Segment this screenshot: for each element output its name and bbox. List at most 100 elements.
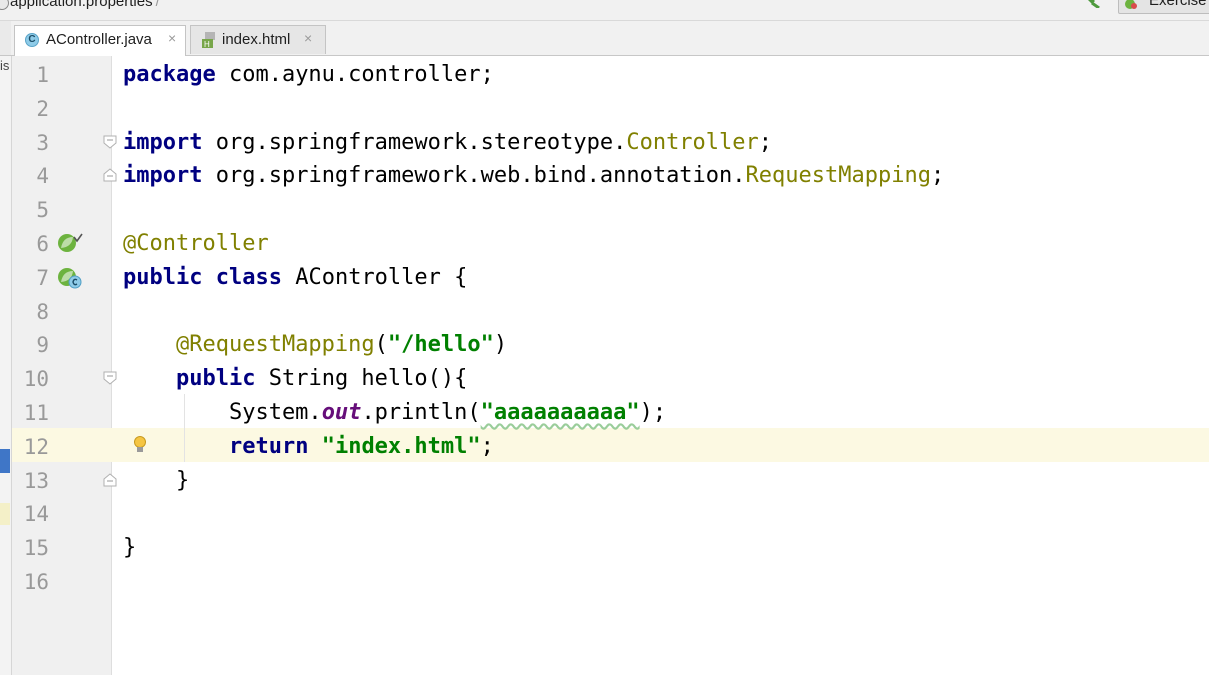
code-text[interactable]: } xyxy=(123,531,136,565)
code-token: String hello(){ xyxy=(255,366,468,392)
keyword-token: class xyxy=(215,264,282,290)
imported-class-token: RequestMapping xyxy=(745,163,931,189)
code-line[interactable]: 6 @Controller xyxy=(0,227,1209,261)
tab-label: index.html xyxy=(222,31,291,48)
line-number[interactable]: 16 xyxy=(12,565,49,599)
code-text[interactable]: } xyxy=(123,464,189,498)
line-number[interactable]: 10 xyxy=(12,362,49,396)
svg-text:H: H xyxy=(204,40,210,49)
code-text[interactable]: @RequestMapping("/hello") xyxy=(123,328,507,362)
run-configuration-selector[interactable]: Exercise xyxy=(1118,0,1209,14)
code-text[interactable]: package com.aynu.controller; xyxy=(123,58,494,92)
code-token: org.springframework.stereotype. xyxy=(202,129,627,155)
line-number[interactable]: 4 xyxy=(12,159,49,193)
build-hammer-icon[interactable] xyxy=(1082,0,1102,8)
code-line[interactable]: 3 import org.springframework.stereotype.C… xyxy=(0,126,1209,160)
code-token: AController { xyxy=(281,264,468,290)
code-text[interactable]: import org.springframework.stereotype.Co… xyxy=(123,126,772,160)
html-file-icon: H xyxy=(202,32,215,49)
code-line[interactable]: 9 @RequestMapping("/hello") xyxy=(0,328,1209,362)
code-line[interactable]: 1 package com.aynu.controller; xyxy=(0,58,1209,92)
code-text[interactable]: public String hello(){ xyxy=(123,362,467,396)
line-number[interactable]: 8 xyxy=(12,295,49,329)
tab-acontroller-java[interactable]: C AController.java × xyxy=(14,25,186,56)
code-token: System. xyxy=(123,400,322,425)
fold-close-icon[interactable] xyxy=(103,472,117,487)
line-number[interactable]: 2 xyxy=(12,92,49,126)
lightbulb-icon[interactable] xyxy=(133,435,147,454)
tab-close-icon[interactable]: × xyxy=(304,30,312,46)
line-number[interactable]: 14 xyxy=(12,497,49,531)
keyword-token: public xyxy=(123,264,203,290)
code-text[interactable]: @Controller xyxy=(123,227,269,261)
line-number[interactable]: 5 xyxy=(12,193,49,227)
code-line[interactable]: 10 public String hello(){ xyxy=(0,362,1209,396)
code-token: ); xyxy=(639,400,667,425)
line-number[interactable]: 12 xyxy=(12,430,49,464)
editor-tab-bar: C AController.java × H index.html × xyxy=(0,21,1209,56)
code-token: ) xyxy=(493,332,508,358)
line-number[interactable]: 13 xyxy=(12,464,49,498)
code-token: ; xyxy=(480,433,494,459)
code-line[interactable]: 12 return "index.html"; xyxy=(0,430,1209,464)
code-line[interactable]: 2 xyxy=(0,92,1209,126)
fold-open-icon[interactable] xyxy=(103,371,117,385)
tab-close-icon[interactable]: × xyxy=(168,30,176,46)
tab-label: AController.java xyxy=(46,31,152,48)
code-token: } xyxy=(123,467,190,493)
code-line[interactable]: 16 xyxy=(0,565,1209,599)
run-configuration-label: Exercise xyxy=(1149,0,1207,9)
imported-class-token: Controller xyxy=(626,129,759,155)
code-line[interactable]: 14 xyxy=(0,497,1209,531)
string-token: "aaaaaaaaaa" xyxy=(480,400,640,425)
code-token: ( xyxy=(374,332,388,358)
code-text[interactable]: public class AController { xyxy=(123,261,467,295)
keyword-token: import xyxy=(123,163,203,189)
keyword-token: import xyxy=(123,129,203,155)
line-number[interactable]: 11 xyxy=(12,396,49,430)
code-line[interactable]: 11 System.out.println("aaaaaaaaaa"); xyxy=(0,396,1209,430)
code-line[interactable]: 4 import org.springframework.web.bind.ann… xyxy=(0,159,1209,193)
fold-open-icon[interactable] xyxy=(103,135,117,149)
code-token: com.aynu.controller; xyxy=(215,62,494,87)
annotation-token: @RequestMapping xyxy=(175,332,375,358)
line-number[interactable]: 3 xyxy=(12,126,49,160)
code-token: ; xyxy=(930,163,945,189)
tabbar-left-strip xyxy=(0,21,11,55)
static-field-token: out xyxy=(321,400,362,425)
code-line[interactable]: 8 xyxy=(0,295,1209,329)
line-number[interactable]: 9 xyxy=(12,328,49,362)
tab-index-html[interactable]: H index.html × xyxy=(190,25,326,54)
java-class-icon: C xyxy=(25,33,39,47)
code-text[interactable]: import org.springframework.web.bind.anno… xyxy=(123,159,944,193)
line-number[interactable]: 1 xyxy=(12,58,49,92)
spring-class-icon[interactable] xyxy=(57,267,83,289)
spring-boot-run-icon xyxy=(1125,0,1137,9)
code-token: ; xyxy=(758,129,773,155)
code-line[interactable]: 15} xyxy=(0,531,1209,565)
annotation-token: @Controller xyxy=(123,231,269,256)
code-line[interactable]: 5 xyxy=(0,193,1209,227)
properties-file-icon xyxy=(0,0,9,10)
code-token: .println( xyxy=(361,400,481,425)
code-line[interactable]: 13 } xyxy=(0,464,1209,498)
line-number[interactable]: 6 xyxy=(12,227,49,261)
keyword-token: public xyxy=(175,366,256,392)
code-token: org.springframework.web.bind.annotation. xyxy=(202,163,746,189)
line-number[interactable]: 15 xyxy=(12,531,49,565)
breadcrumb-file[interactable]: application.properties / xyxy=(10,0,160,10)
string-token: "index.html" xyxy=(321,433,481,459)
line-number[interactable]: 7 xyxy=(12,261,49,295)
navigation-breadcrumb: application.properties / Exercise xyxy=(0,0,1209,21)
code-line[interactable]: 7 public class AController { xyxy=(0,261,1209,295)
fold-close-icon[interactable] xyxy=(103,168,117,182)
code-token: } xyxy=(123,535,137,561)
spring-bean-icon[interactable] xyxy=(57,233,83,255)
keyword-token: package xyxy=(123,62,216,87)
code-text[interactable]: return "index.html"; xyxy=(123,430,494,464)
code-text[interactable]: System.out.println("aaaaaaaaaa"); xyxy=(123,396,666,430)
